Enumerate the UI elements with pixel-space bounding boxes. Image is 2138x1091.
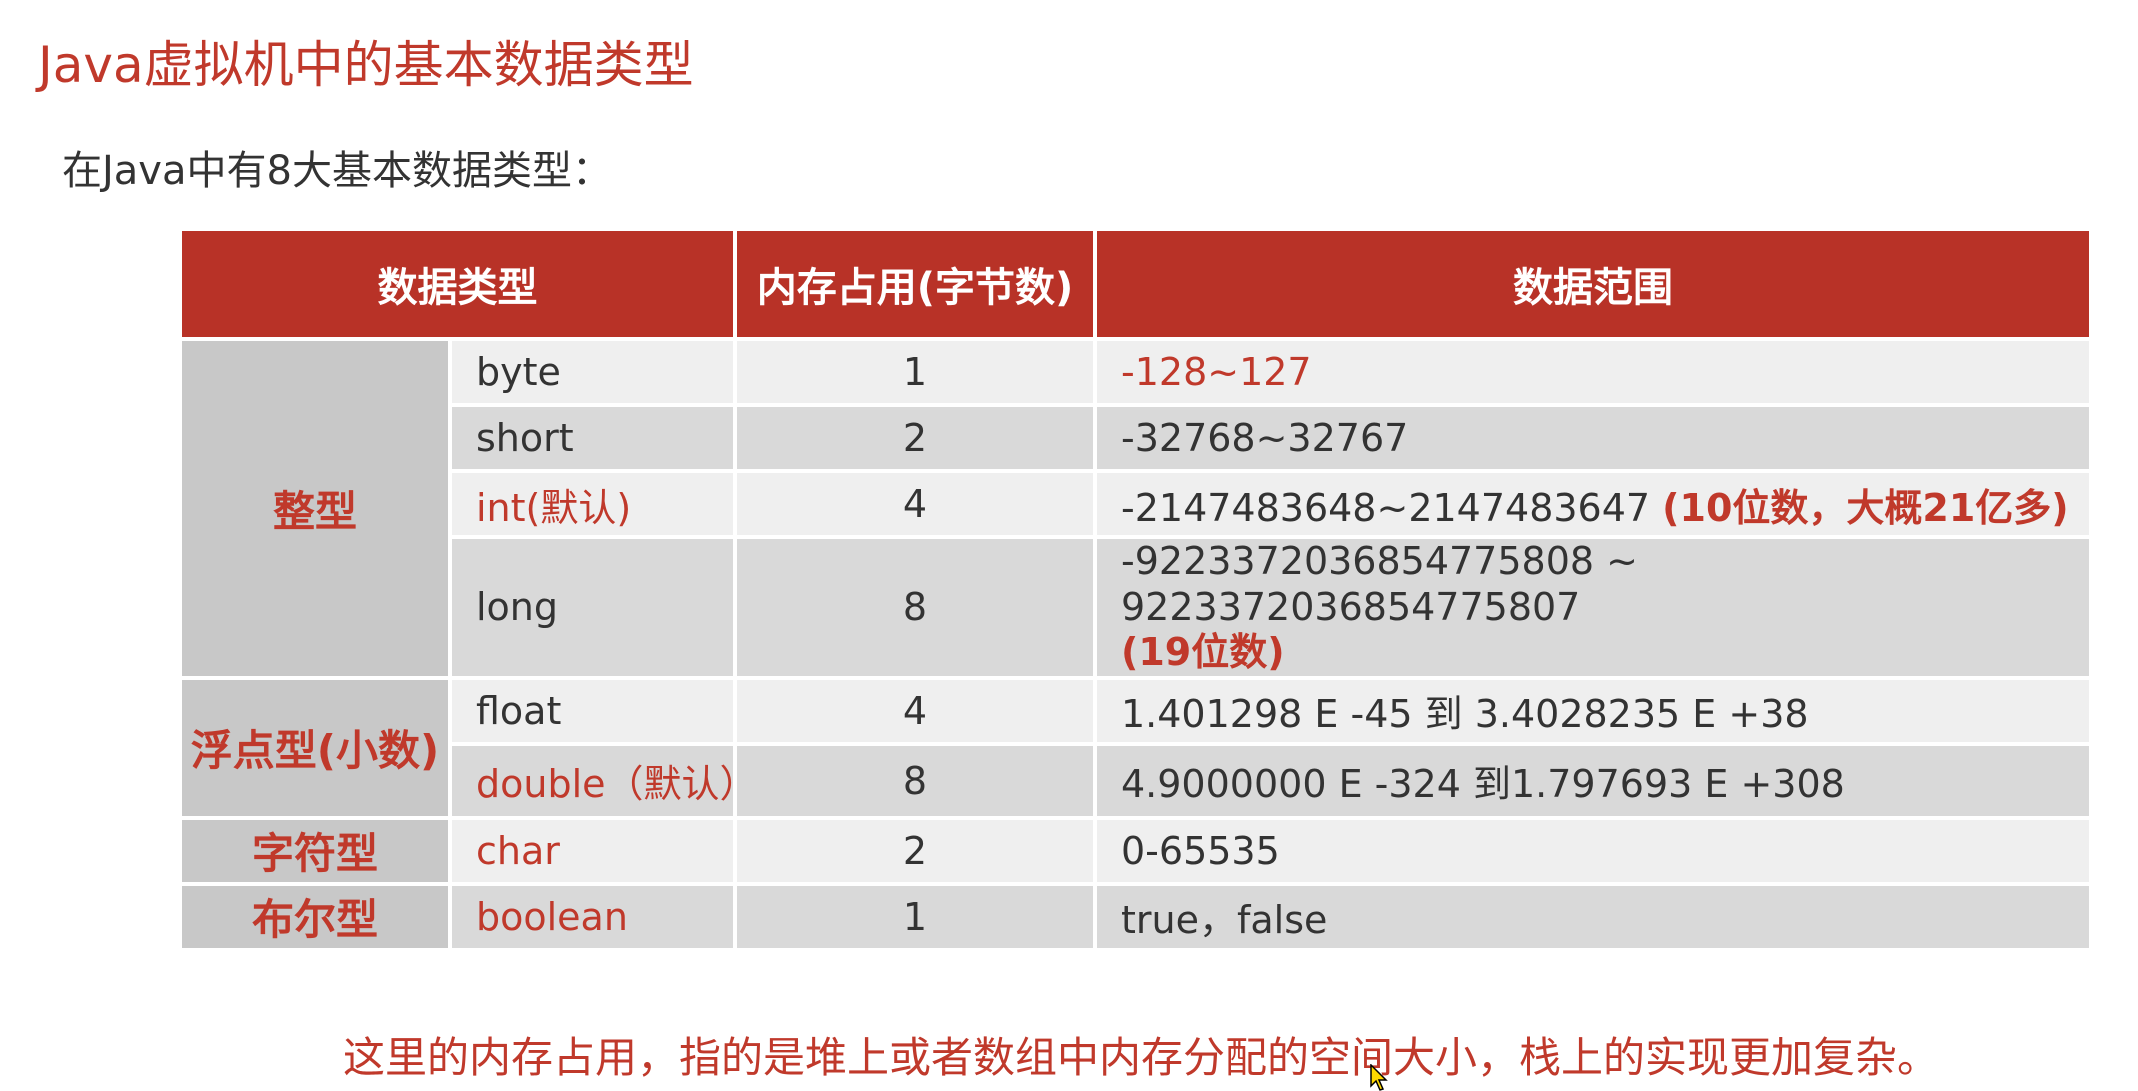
range-note: (10位数，大概21亿多) xyxy=(1662,485,2069,530)
range-cell: true，false xyxy=(1093,881,2093,952)
header-data-range: 数据范围 xyxy=(1093,227,2093,341)
table-row: short 2 -32768~32767 xyxy=(180,403,2093,473)
range-cell: 0-65535 xyxy=(1093,815,2093,886)
range-cell: -2147483648~2147483647 (10位数，大概21亿多) xyxy=(1093,469,2093,539)
bytes-cell: 2 xyxy=(733,403,1097,473)
group-float: 浮点型(小数) xyxy=(178,675,452,820)
type-cell: char xyxy=(448,815,737,886)
table-row: 布尔型 boolean 1 true，false xyxy=(178,881,2093,952)
group-boolean: 布尔型 xyxy=(178,881,452,952)
header-memory-bytes: 内存占用(字节数) xyxy=(733,227,1097,341)
header-data-type: 数据类型 xyxy=(178,227,737,341)
bytes-cell: 8 xyxy=(733,741,1097,820)
bytes-cell: 1 xyxy=(733,881,1097,952)
bytes-cell: 8 xyxy=(733,535,1097,680)
footer-note: 这里的内存占用，指的是堆上或者数组中内存分配的空间大小，栈上的实现更加复杂。 xyxy=(343,1033,1940,1082)
range-cell: 4.9000000 E -324 到1.797693 E +308 xyxy=(1093,741,2093,820)
page-title: Java虚拟机中的基本数据类型 xyxy=(38,36,694,94)
range-cell: -9223372036854775808 ~ 92233720368547758… xyxy=(1093,535,2093,680)
table-header-row: 数据类型 内存占用(字节数) 数据范围 xyxy=(178,227,2093,341)
table-row: 浮点型(小数) float 4 1.401298 E -45 到 3.40282… xyxy=(178,675,2093,820)
type-cell: long xyxy=(448,535,737,680)
range-cell: -128~127 xyxy=(1093,337,2093,407)
bytes-cell: 1 xyxy=(733,337,1097,407)
mouse-pointer-icon xyxy=(1370,1064,1388,1091)
type-cell: boolean xyxy=(448,881,737,952)
type-cell: short xyxy=(448,403,737,473)
table-row: 字符型 char 2 0-65535 xyxy=(178,815,2093,886)
bytes-cell: 4 xyxy=(733,469,1097,539)
range-value: -2147483648~2147483647 xyxy=(1121,485,1663,530)
type-cell: double（默认） xyxy=(448,741,758,820)
table-row: 整型 byte 1 -128~127 xyxy=(178,337,2093,680)
table-row: double（默认） 8 4.9000000 E -324 到1.797693 … xyxy=(180,741,2093,820)
range-value: -9223372036854775808 ~ 92233720368547758… xyxy=(1121,539,1638,629)
group-integer: 整型 xyxy=(178,337,452,680)
intro-text: 在Java中有8大基本数据类型： xyxy=(62,148,612,194)
range-cell: -32768~32767 xyxy=(1093,403,2093,473)
data-types-table: 数据类型 内存占用(字节数) 数据范围 整型 byte 1 -128~127 s… xyxy=(178,227,2093,952)
range-cell: 1.401298 E -45 到 3.4028235 E +38 xyxy=(1093,675,2093,746)
bytes-cell: 4 xyxy=(733,675,1097,746)
type-name: byte xyxy=(476,350,561,394)
type-cell: byte xyxy=(448,337,737,407)
type-cell: float xyxy=(448,675,737,746)
bytes-cell: 2 xyxy=(733,815,1097,886)
range-note: (19位数) xyxy=(1121,630,1285,675)
table-row: int(默认) 4 -2147483648~2147483647 (10位数，大… xyxy=(180,469,2093,539)
group-char: 字符型 xyxy=(178,815,452,886)
table-row: long 8 -9223372036854775808 ~ 9223372036… xyxy=(180,535,2093,680)
type-cell: int(默认) xyxy=(448,469,737,539)
